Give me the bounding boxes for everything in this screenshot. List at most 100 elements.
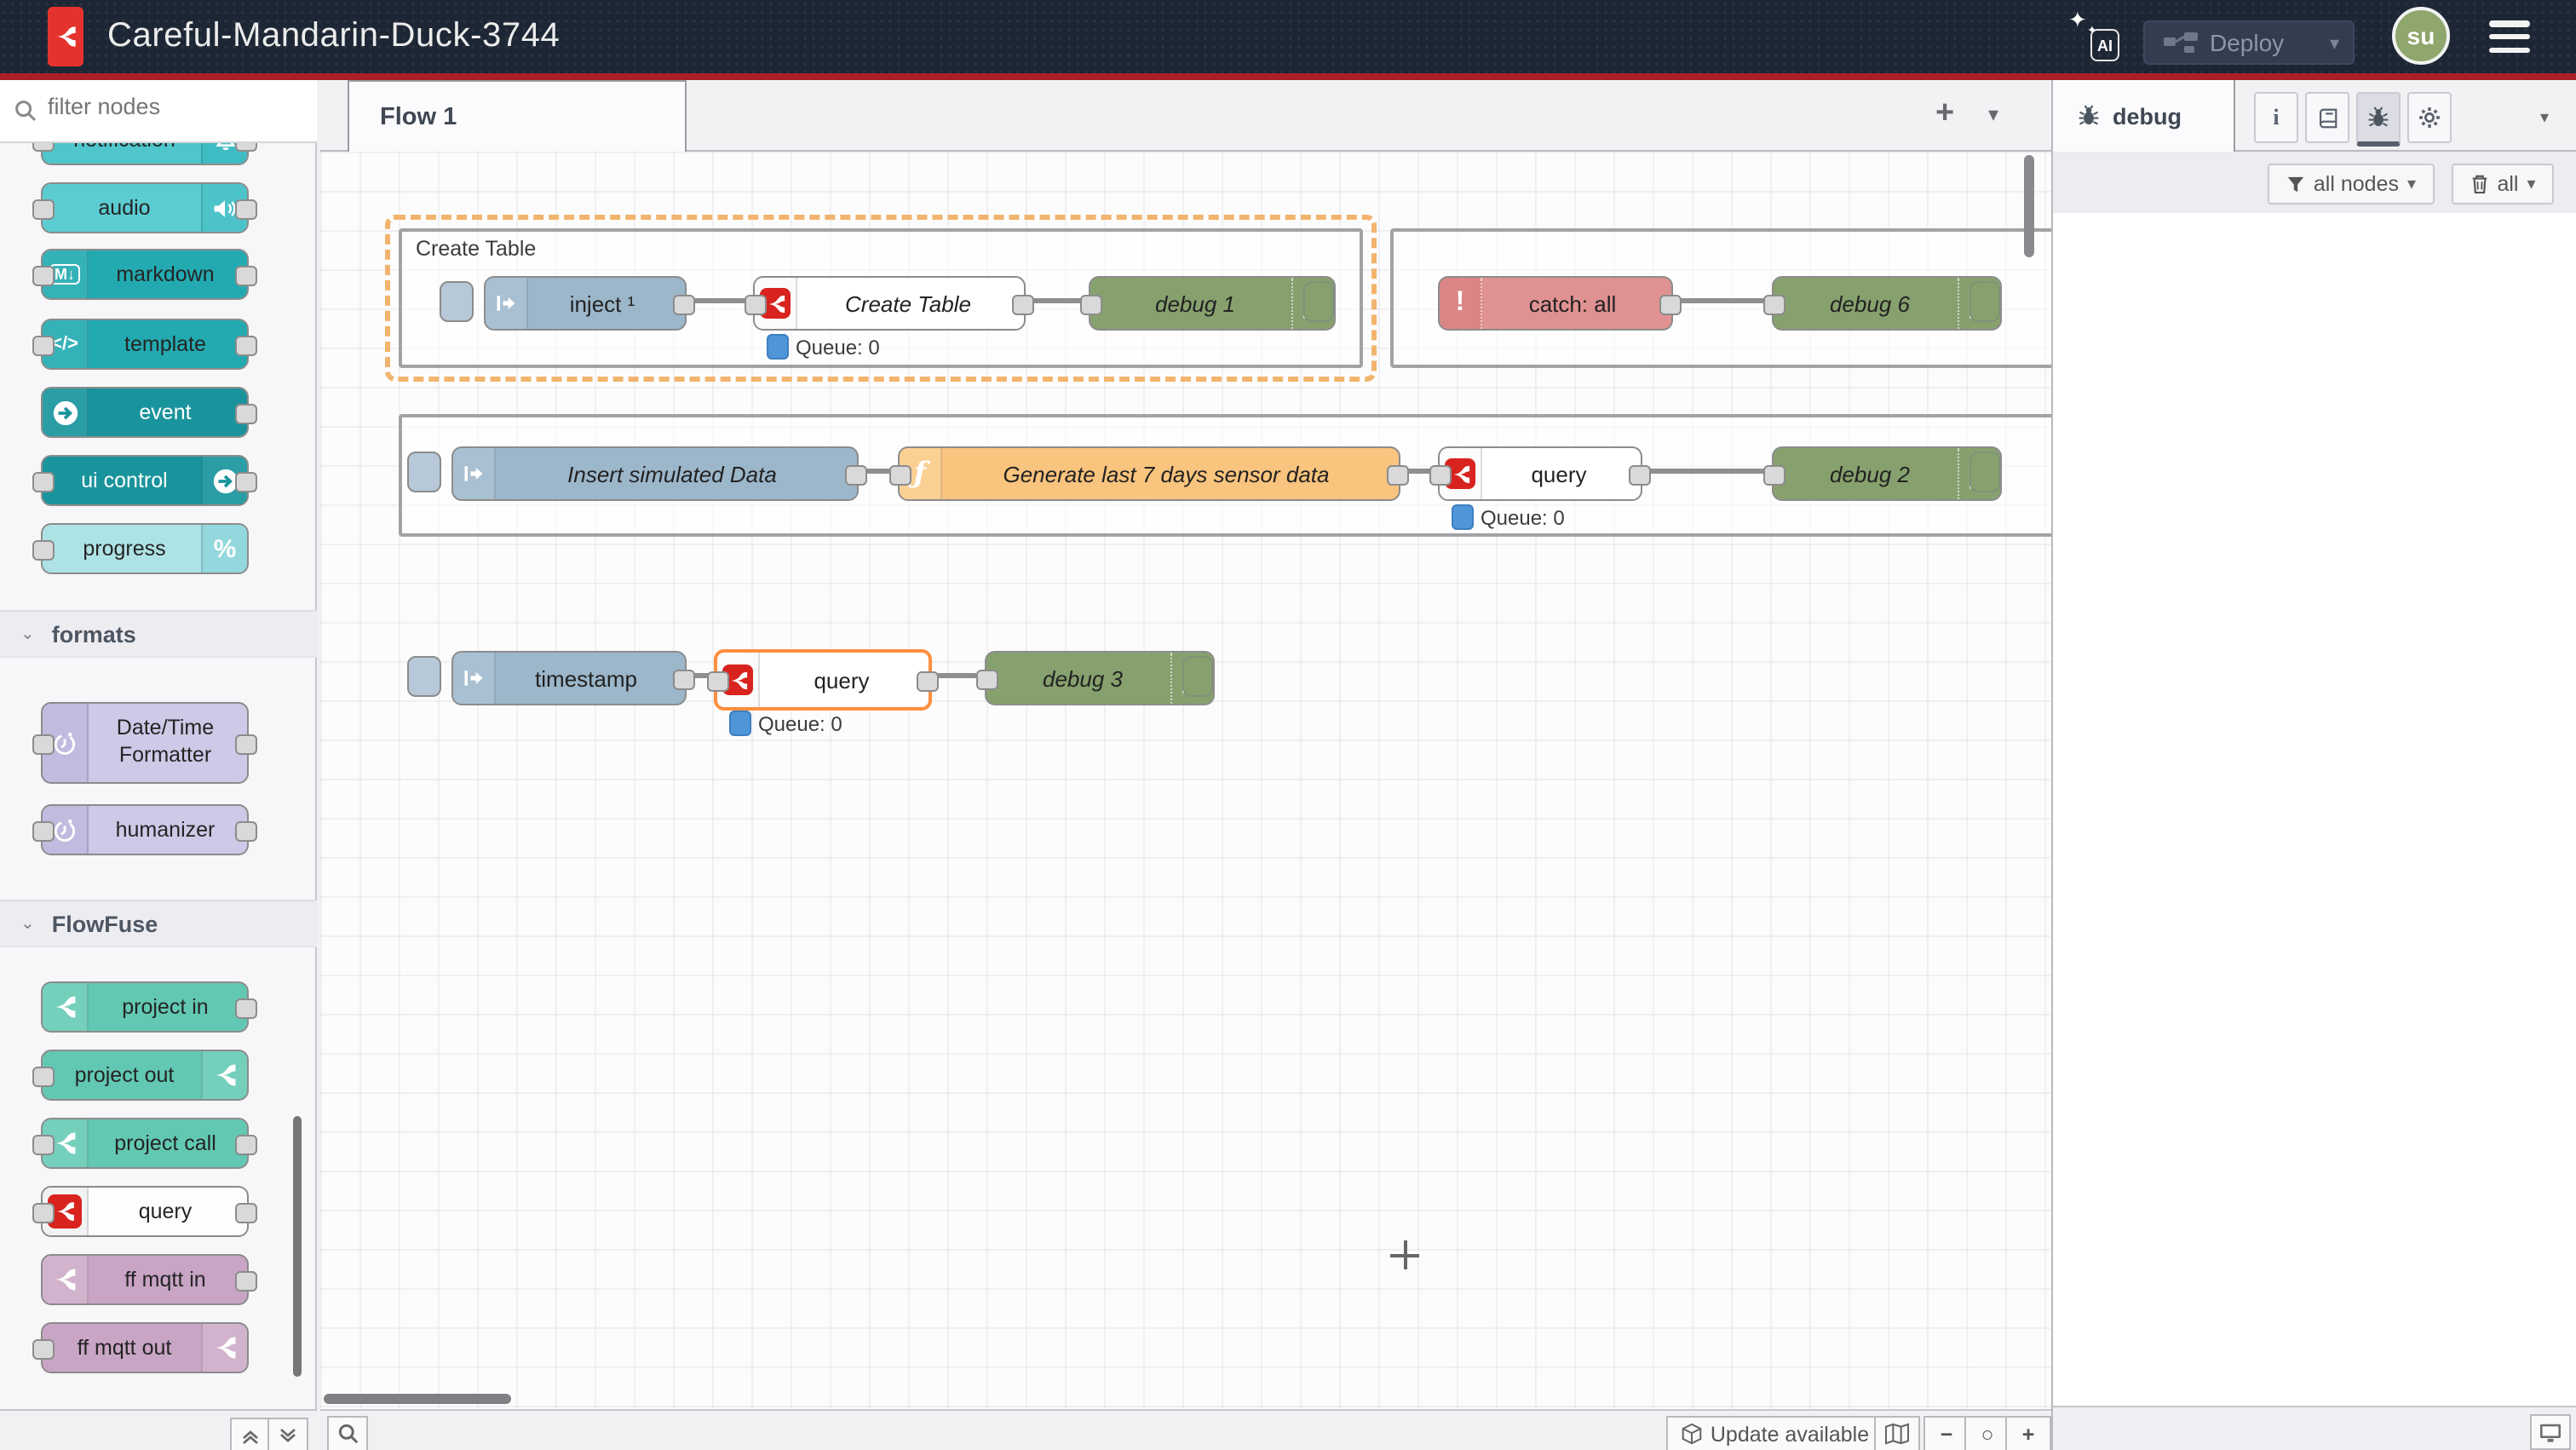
debug-toggle-button[interactable] bbox=[1969, 452, 2000, 492]
zoom-reset-button[interactable]: ○ bbox=[1964, 1416, 2010, 1450]
palette-node-ui-control[interactable]: ui control bbox=[41, 455, 249, 506]
node-catch-all[interactable]: ! catch: all bbox=[1438, 276, 1673, 331]
flowfuse-logo-icon[interactable] bbox=[48, 7, 83, 66]
port[interactable] bbox=[235, 1271, 257, 1292]
output-port[interactable] bbox=[845, 465, 867, 486]
sidebar-more-caret-icon[interactable]: ▾ bbox=[2540, 109, 2549, 128]
output-port[interactable] bbox=[673, 295, 695, 315]
port[interactable] bbox=[32, 1203, 55, 1223]
output-port[interactable] bbox=[1012, 295, 1034, 315]
palette-category-flowfuse[interactable]: ⌄ FlowFuse bbox=[0, 900, 317, 947]
flow-list-caret-icon[interactable]: ▾ bbox=[1988, 102, 1998, 126]
port[interactable] bbox=[235, 404, 257, 424]
port[interactable] bbox=[32, 266, 55, 286]
flow-canvas[interactable]: Create Table inject ¹ bbox=[320, 152, 2051, 1409]
port[interactable] bbox=[235, 336, 257, 356]
debug-toggle-button[interactable] bbox=[1969, 281, 2000, 322]
main-menu-icon[interactable] bbox=[2489, 20, 2530, 53]
deploy-caret-icon[interactable]: ▾ bbox=[2330, 32, 2339, 54]
node-debug-6[interactable]: debug 6 bbox=[1772, 276, 2002, 331]
palette-node-datetime-formatter[interactable]: Date/Time Formatter bbox=[41, 702, 249, 784]
port[interactable] bbox=[235, 734, 257, 755]
zoom-in-button[interactable]: + bbox=[2005, 1416, 2051, 1450]
debug-toggle-button[interactable] bbox=[1303, 281, 1334, 322]
input-port[interactable] bbox=[745, 295, 767, 315]
port[interactable] bbox=[32, 1135, 55, 1155]
debug-filter-button[interactable]: all nodes ▾ bbox=[2268, 164, 2435, 204]
palette-filter-input[interactable] bbox=[44, 92, 307, 121]
palette-node-audio[interactable]: audio bbox=[41, 182, 249, 233]
input-port[interactable] bbox=[1429, 465, 1452, 486]
sidebar-tab-debug-button[interactable] bbox=[2356, 92, 2401, 147]
node-debug-2[interactable]: debug 2 bbox=[1772, 446, 2002, 501]
output-port[interactable] bbox=[1387, 465, 1409, 486]
node-generate-sensor-data[interactable]: ƒ Generate last 7 days sensor data bbox=[898, 446, 1400, 501]
port[interactable] bbox=[32, 472, 55, 492]
palette-node-markdown[interactable]: M↓ markdown bbox=[41, 249, 249, 300]
palette-category-formats[interactable]: ⌄ formats bbox=[0, 610, 317, 658]
debug-clear-button[interactable]: all ▾ bbox=[2452, 164, 2554, 204]
palette-node-project-out[interactable]: project out bbox=[41, 1050, 249, 1101]
palette-node-ff-mqtt-out[interactable]: ff mqtt out bbox=[41, 1322, 249, 1373]
palette-node-template[interactable]: </> template bbox=[41, 319, 249, 370]
node-debug-1[interactable]: debug 1 bbox=[1089, 276, 1336, 331]
port[interactable] bbox=[32, 1339, 55, 1360]
collapse-all-categories-button[interactable] bbox=[230, 1418, 271, 1450]
open-in-window-button[interactable] bbox=[2530, 1414, 2571, 1450]
palette-node-query[interactable]: query bbox=[41, 1186, 249, 1237]
input-port[interactable] bbox=[707, 671, 729, 692]
port[interactable] bbox=[235, 199, 257, 220]
port[interactable] bbox=[235, 1203, 257, 1223]
ai-assistant-icon[interactable]: ✦ ✦ AI bbox=[2072, 14, 2119, 61]
output-port[interactable] bbox=[1629, 465, 1651, 486]
palette-node-project-in[interactable]: project in bbox=[41, 981, 249, 1033]
port[interactable] bbox=[32, 1067, 55, 1087]
update-available-button[interactable]: Update available bbox=[1666, 1416, 1884, 1450]
sidebar-tab-config[interactable] bbox=[2407, 92, 2452, 143]
canvas-vertical-scrollbar[interactable] bbox=[2024, 155, 2034, 257]
search-flows-button[interactable] bbox=[327, 1416, 368, 1450]
output-port[interactable] bbox=[917, 671, 939, 692]
input-port[interactable] bbox=[1763, 465, 1785, 486]
node-query-a[interactable]: query bbox=[1438, 446, 1642, 501]
port[interactable] bbox=[235, 821, 257, 842]
expand-all-categories-button[interactable] bbox=[267, 1418, 308, 1450]
port[interactable] bbox=[32, 336, 55, 356]
palette-node-ff-mqtt-in[interactable]: ff mqtt in bbox=[41, 1254, 249, 1305]
sidebar-tab-info[interactable]: i bbox=[2254, 92, 2298, 143]
port[interactable] bbox=[32, 734, 55, 755]
sidebar-tab-help[interactable] bbox=[2305, 92, 2349, 143]
palette-scrollbar[interactable] bbox=[293, 1116, 302, 1377]
debug-toggle-button[interactable] bbox=[1182, 656, 1213, 697]
node-inject-1[interactable]: inject ¹ bbox=[484, 276, 687, 331]
add-flow-button[interactable]: + bbox=[1935, 95, 1954, 133]
inject-button[interactable] bbox=[407, 656, 441, 697]
input-port[interactable] bbox=[976, 670, 998, 690]
port[interactable] bbox=[235, 998, 257, 1019]
zoom-out-button[interactable]: − bbox=[1923, 1416, 1969, 1450]
user-avatar[interactable]: su bbox=[2392, 7, 2450, 65]
tab-flow-1[interactable]: Flow 1 bbox=[348, 80, 687, 152]
node-query-b-selected[interactable]: query bbox=[714, 649, 932, 711]
port[interactable] bbox=[32, 821, 55, 842]
inject-button[interactable] bbox=[440, 281, 474, 322]
canvas-horizontal-scrollbar[interactable] bbox=[324, 1394, 511, 1404]
port[interactable] bbox=[235, 266, 257, 286]
port[interactable] bbox=[32, 199, 55, 220]
palette-node-project-call[interactable]: project call bbox=[41, 1118, 249, 1169]
input-port[interactable] bbox=[1763, 295, 1785, 315]
palette-filter-box[interactable] bbox=[0, 80, 317, 143]
palette-node-event[interactable]: event bbox=[41, 387, 249, 438]
deploy-button[interactable]: Deploy ▾ bbox=[2143, 20, 2355, 65]
palette-node-progress[interactable]: progress % bbox=[41, 523, 249, 574]
inject-button[interactable] bbox=[407, 452, 441, 492]
port[interactable] bbox=[235, 472, 257, 492]
node-insert-simulated-data[interactable]: Insert simulated Data bbox=[451, 446, 859, 501]
output-port[interactable] bbox=[673, 670, 695, 690]
output-port[interactable] bbox=[1659, 295, 1682, 315]
navigator-button[interactable] bbox=[1874, 1416, 1920, 1450]
sidebar-tab-debug-active[interactable]: debug bbox=[2053, 80, 2235, 152]
node-create-table[interactable]: Create Table bbox=[753, 276, 1026, 331]
port[interactable] bbox=[235, 1135, 257, 1155]
palette-node-humanizer[interactable]: humanizer bbox=[41, 804, 249, 855]
